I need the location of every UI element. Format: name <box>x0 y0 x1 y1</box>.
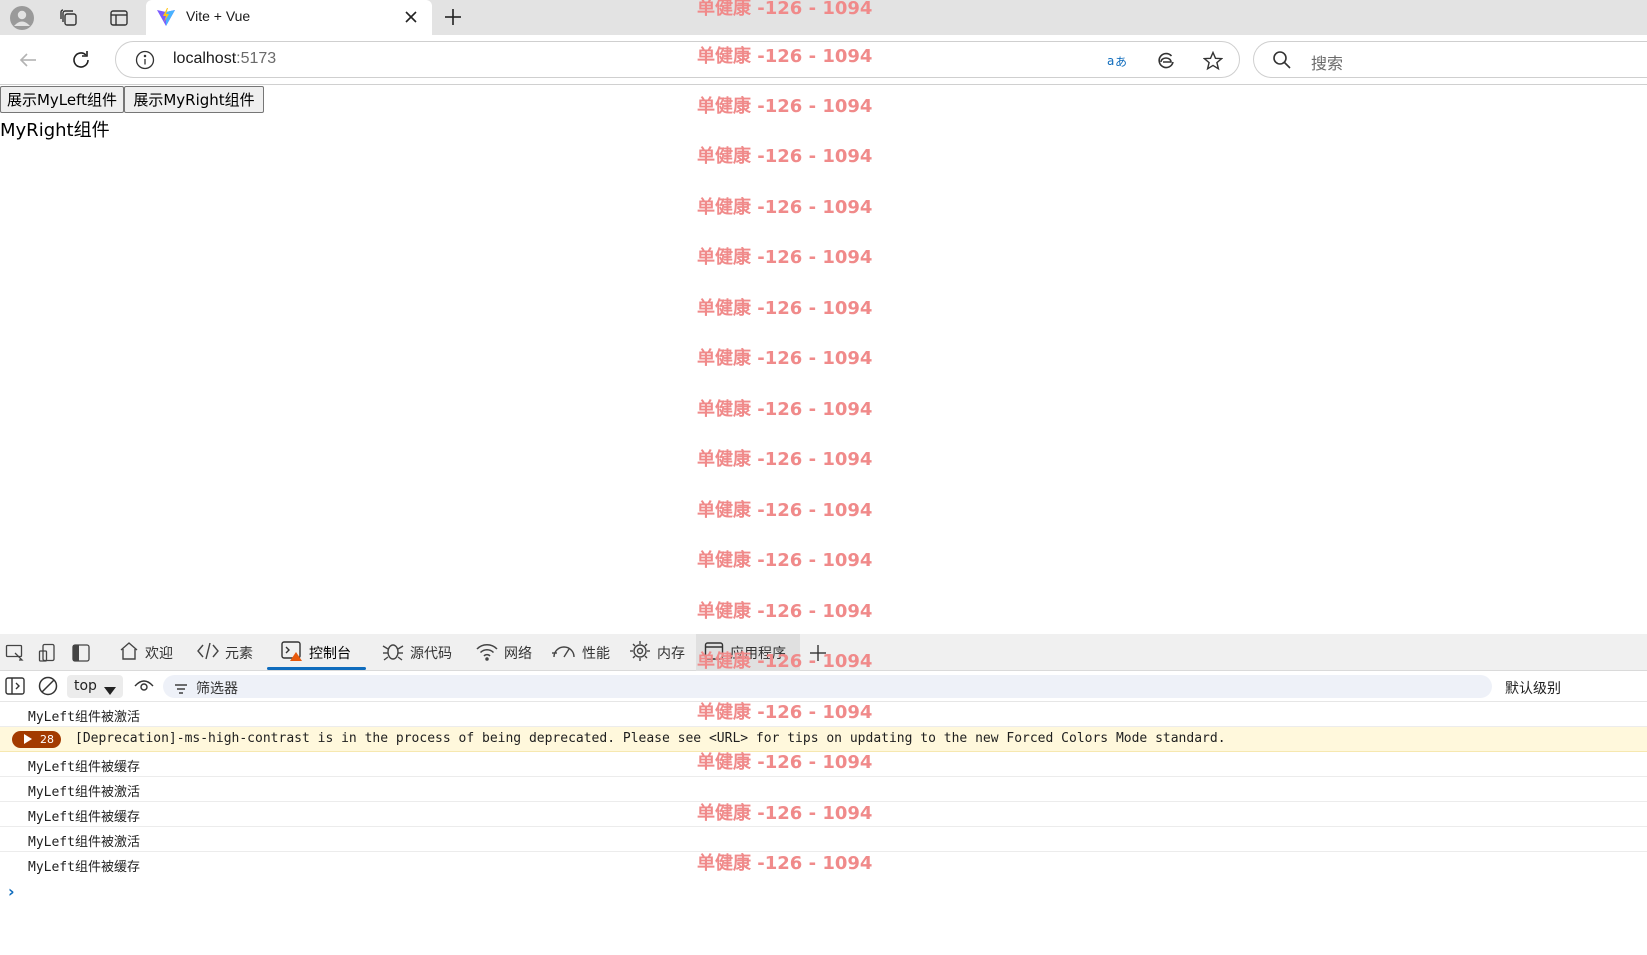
more-tools-plus-icon[interactable] <box>807 642 829 664</box>
edge-icon[interactable] <box>1154 49 1178 73</box>
console-warning-message[interactable]: 28 [Deprecation]-ms-high-contrast is in … <box>0 727 1647 752</box>
tab-elements[interactable]: 元素 <box>191 634 259 671</box>
tab-network[interactable]: 网络 <box>470 634 538 671</box>
sidebar-toggle-icon[interactable] <box>4 675 26 697</box>
tab-memory[interactable]: 内存 <box>623 634 691 671</box>
console-message: MyLeft组件被激活 <box>0 702 1647 727</box>
console-message-text: [Deprecation]-ms-high-contrast is in the… <box>75 731 1226 746</box>
console-message: MyLeft组件被激活 <box>0 827 1647 852</box>
console-toolbar: top 筛选器 默认级别 <box>0 671 1647 702</box>
url-host: localhost <box>173 50 237 67</box>
profile-icon[interactable] <box>0 0 44 35</box>
bug-icon <box>382 641 404 665</box>
warning-count-badge[interactable]: 28 <box>12 731 61 748</box>
site-info-icon[interactable] <box>135 50 155 70</box>
inspect-icon[interactable] <box>4 642 26 664</box>
clear-console-icon[interactable] <box>37 675 59 697</box>
tab-application[interactable]: 应用程序 <box>696 634 800 671</box>
favorite-star-icon[interactable] <box>1201 49 1225 73</box>
translate-icon[interactable]: aあ <box>1106 49 1130 73</box>
devtools-tab-bar: 欢迎 元素 控制台 源代码 网络 性能 内存 应用程序 <box>0 634 1647 671</box>
show-myleft-button[interactable]: 展示MyLeft组件 <box>0 86 124 113</box>
console-message: MyLeft组件被激活 <box>0 777 1647 802</box>
vite-favicon <box>156 7 176 27</box>
close-icon[interactable] <box>400 6 422 28</box>
console-message-text: MyLeft组件被激活 <box>28 710 140 725</box>
filter-input[interactable]: 筛选器 <box>163 675 1492 698</box>
address-bar[interactable]: localhost:5173 aあ <box>115 41 1240 78</box>
memory-chip-icon <box>629 640 651 666</box>
tab-welcome[interactable]: 欢迎 <box>113 634 179 671</box>
url-text[interactable]: localhost:5173 <box>173 50 276 68</box>
console-message: MyLeft组件被缓存 <box>0 752 1647 777</box>
console-message-text: MyLeft组件被激活 <box>28 835 140 850</box>
myright-component-text: MyRight组件 <box>0 120 110 141</box>
show-myright-button[interactable]: 展示MyRight组件 <box>124 86 264 113</box>
console-message-text: MyLeft组件被缓存 <box>28 760 140 775</box>
device-emulation-icon[interactable] <box>37 642 59 664</box>
code-icon <box>197 641 219 665</box>
tab-vite-vue[interactable]: Vite + Vue <box>146 0 432 35</box>
tab-performance-label: 性能 <box>582 645 610 662</box>
search-placeholder: 搜索 <box>1311 54 1344 73</box>
context-select[interactable]: top <box>67 675 123 698</box>
console-message-text: MyLeft组件被缓存 <box>28 810 140 825</box>
live-expression-eye-icon[interactable] <box>133 675 155 697</box>
tab-title: Vite + Vue <box>186 8 251 24</box>
tab-actions-icon[interactable] <box>97 0 141 35</box>
gauge-icon <box>552 641 576 665</box>
context-select-value: top <box>74 678 97 694</box>
tab-application-label: 应用程序 <box>730 645 786 662</box>
dock-side-icon[interactable] <box>70 642 92 664</box>
tab-network-label: 网络 <box>504 645 532 662</box>
tab-memory-label: 内存 <box>657 645 685 662</box>
console-output: MyLeft组件被激活 28 [Deprecation]-ms-high-con… <box>0 702 1647 955</box>
warning-count: 28 <box>40 733 54 746</box>
tab-console[interactable]: 控制台 <box>267 634 366 671</box>
plus-icon[interactable] <box>440 4 466 30</box>
url-port: :5173 <box>236 50 277 67</box>
log-level-select[interactable]: 默认级别 <box>1505 678 1561 698</box>
console-message-text: MyLeft组件被缓存 <box>28 860 140 875</box>
console-message-text: MyLeft组件被激活 <box>28 785 140 800</box>
console-message: MyLeft组件被缓存 <box>0 802 1647 827</box>
search-icon <box>1272 50 1294 72</box>
back-icon[interactable] <box>12 44 44 76</box>
svg-text:a: a <box>1107 54 1114 68</box>
tab-sources-label: 源代码 <box>410 645 452 662</box>
console-prompt-icon[interactable]: › <box>8 882 15 901</box>
caret-down-icon <box>104 683 116 699</box>
tab-strip: Vite + Vue <box>0 0 1647 35</box>
navigation-bar: localhost:5173 aあ 搜索 <box>0 35 1647 85</box>
refresh-icon[interactable] <box>65 44 97 76</box>
tab-sources[interactable]: 源代码 <box>376 634 458 671</box>
console-icon <box>281 640 303 665</box>
tab-performance[interactable]: 性能 <box>546 634 616 671</box>
tab-welcome-label: 欢迎 <box>145 645 173 662</box>
search-box[interactable]: 搜索 <box>1253 41 1647 78</box>
filter-placeholder: 筛选器 <box>196 681 238 697</box>
page-content: 展示MyLeft组件 展示MyRight组件 MyRight组件 <box>0 86 1647 635</box>
wifi-icon <box>476 641 498 665</box>
expand-triangle-icon <box>24 734 32 744</box>
svg-text:あ: あ <box>1115 55 1127 69</box>
console-message: MyLeft组件被缓存 <box>0 852 1647 877</box>
collections-icon[interactable] <box>47 0 91 35</box>
tab-console-label: 控制台 <box>309 645 351 662</box>
tab-elements-label: 元素 <box>225 645 253 662</box>
home-icon <box>119 641 139 665</box>
filter-icon <box>174 680 188 699</box>
application-icon <box>704 641 724 665</box>
